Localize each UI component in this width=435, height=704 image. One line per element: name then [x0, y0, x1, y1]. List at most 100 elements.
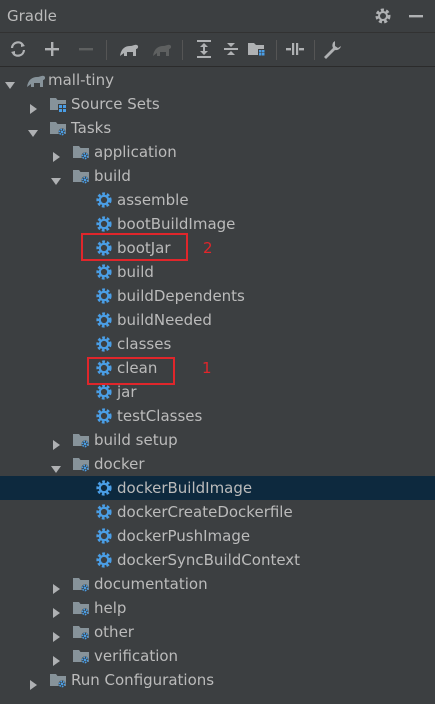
collapse-all-icon[interactable] [219, 37, 243, 61]
tree-node-label: Source Sets [71, 95, 160, 113]
task-buildDependents[interactable]: buildDependents [0, 284, 435, 308]
task-dockerCreateDockerfile[interactable]: dockerCreateDockerfile [0, 500, 435, 524]
tree-node-label: verification [94, 647, 179, 665]
collapsed-arrow-icon[interactable] [27, 98, 39, 114]
task-buildNeeded[interactable]: buildNeeded [0, 308, 435, 332]
task-gear-icon [95, 407, 113, 425]
reload-icon[interactable] [6, 37, 30, 61]
tree-node-label: Tasks [71, 119, 112, 137]
task-gear-icon [95, 479, 113, 497]
task-bootJar[interactable]: bootJar [0, 236, 435, 260]
add-icon[interactable] [40, 37, 64, 61]
task-folder-icon [72, 575, 90, 593]
gradle-tree: mall-tiny Source Sets Tasks application buil… [0, 67, 435, 704]
tree-node-application[interactable]: application [0, 140, 435, 164]
tree-node-label: buildNeeded [117, 311, 212, 329]
tree-node-tasks[interactable]: Tasks [0, 116, 435, 140]
annotation-box-bootJar [81, 233, 188, 261]
task-bootBuildImage[interactable]: bootBuildImage [0, 212, 435, 236]
tree-node-label: buildDependents [117, 287, 245, 305]
task-gear-icon [95, 215, 113, 233]
collapsed-arrow-icon[interactable] [50, 626, 62, 642]
task-gear-icon [95, 383, 113, 401]
task-assemble[interactable]: assemble [0, 188, 435, 212]
wrench-settings-icon[interactable] [320, 37, 344, 61]
toggle-offline-mode-icon[interactable] [283, 37, 307, 61]
tree-node-build-setup[interactable]: build setup [0, 428, 435, 452]
task-folder-icon [72, 167, 90, 185]
remove-icon[interactable] [74, 37, 98, 61]
tree-node-mall-tiny[interactable]: mall-tiny [0, 68, 435, 92]
tree-node-run-configurations[interactable]: Run Configurations [0, 668, 435, 692]
expanded-arrow-icon[interactable] [27, 122, 39, 137]
tree-node-verification[interactable]: verification [0, 644, 435, 668]
source-folder-icon [49, 95, 67, 113]
tree-node-label: build setup [94, 431, 178, 449]
task-gear-icon [95, 335, 113, 353]
toolbar-separator [106, 40, 107, 60]
tree-node-label: classes [117, 335, 172, 353]
task-gear-icon [95, 263, 113, 281]
collapsed-arrow-icon[interactable] [50, 434, 62, 450]
expand-all-icon[interactable] [192, 37, 216, 61]
task-folder-icon [49, 119, 67, 137]
task-gear-icon [95, 311, 113, 329]
expanded-arrow-icon[interactable] [4, 74, 16, 89]
task-gear-icon [95, 527, 113, 545]
tree-node-label: Run Configurations [71, 671, 215, 689]
task-dockerPushImage[interactable]: dockerPushImage [0, 524, 435, 548]
task-folder-icon [72, 599, 90, 617]
task-jar[interactable]: jar [0, 380, 435, 404]
execute-gradle-task-icon[interactable] [117, 37, 141, 61]
task-folder-icon [49, 671, 67, 689]
tree-node-label: dockerSyncBuildContext [117, 551, 301, 569]
tree-node-label: application [94, 143, 177, 161]
tree-node-help[interactable]: help [0, 596, 435, 620]
tree-node-label: dockerCreateDockerfile [117, 503, 293, 521]
tree-node-label: assemble [117, 191, 189, 209]
tree-node-label: documentation [94, 575, 208, 593]
tree-node-label: mall-tiny [48, 71, 114, 89]
task-build[interactable]: build [0, 260, 435, 284]
collapsed-arrow-icon[interactable] [27, 674, 39, 690]
annotation-box-clean [87, 357, 175, 385]
tree-node-label: dockerPushImage [117, 527, 251, 545]
task-testClasses[interactable]: testClasses [0, 404, 435, 428]
panel-title: Gradle [7, 7, 57, 25]
toolbar [0, 33, 435, 67]
tree-node-docker[interactable]: docker [0, 452, 435, 476]
task-folder-icon [72, 623, 90, 641]
tree-node-label: dockerBuildImage [117, 479, 253, 497]
group-modules-icon[interactable] [245, 37, 269, 61]
settings-gear-icon[interactable] [373, 6, 393, 30]
task-dockerBuildImage[interactable]: dockerBuildImage [0, 476, 435, 500]
expanded-arrow-icon[interactable] [50, 170, 62, 185]
task-gear-icon [95, 191, 113, 209]
panel-header: Gradle [0, 0, 435, 33]
hide-panel-icon[interactable] [406, 6, 426, 30]
tree-node-source-sets[interactable]: Source Sets [0, 92, 435, 116]
toolbar-separator [276, 40, 277, 60]
tree-node-documentation[interactable]: documentation [0, 572, 435, 596]
tree-node-build[interactable]: build [0, 164, 435, 188]
toolbar-separator [314, 40, 315, 60]
task-clean[interactable]: clean [0, 356, 435, 380]
gradle-elephant-icon[interactable] [150, 37, 174, 61]
tree-node-label: help [94, 599, 127, 617]
annotation-number: 1 [202, 359, 212, 377]
expanded-arrow-icon[interactable] [50, 458, 62, 473]
task-dockerSyncBuildContext[interactable]: dockerSyncBuildContext [0, 548, 435, 572]
task-folder-icon [72, 647, 90, 665]
collapsed-arrow-icon[interactable] [50, 146, 62, 162]
task-gear-icon [95, 551, 113, 569]
tree-node-label: build [94, 167, 131, 185]
collapsed-arrow-icon[interactable] [50, 578, 62, 594]
collapsed-arrow-icon[interactable] [50, 602, 62, 618]
tree-node-other[interactable]: other [0, 620, 435, 644]
task-classes[interactable]: classes [0, 332, 435, 356]
gradle-elephant-icon [26, 71, 46, 89]
annotation-number: 2 [203, 239, 213, 257]
toolbar-separator [182, 40, 183, 60]
collapsed-arrow-icon[interactable] [50, 650, 62, 666]
task-folder-icon [72, 431, 90, 449]
